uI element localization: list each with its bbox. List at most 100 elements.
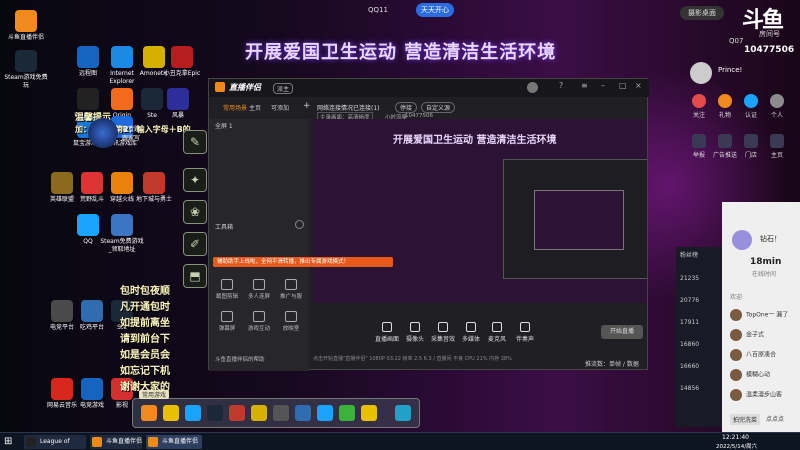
profile-action[interactable]: 个人 (764, 94, 790, 119)
pen-icon[interactable]: ✎ (183, 130, 207, 154)
rank-button[interactable]: 摄影桌面 (680, 6, 724, 20)
app-icon (77, 88, 99, 110)
help-icon[interactable]: ? (559, 81, 563, 90)
start-menu-icon[interactable]: ⊞ (4, 436, 16, 448)
status-footer: 点击开始直播"直播伴侣" 1080P 03:22 帧率 2.5 6.3 / 直播… (313, 356, 512, 362)
user-avatar[interactable] (527, 82, 538, 93)
tab-addable[interactable]: 可添加 (271, 103, 289, 112)
desktop-icon-label: Steam游戏免费玩 (4, 74, 48, 89)
profile-action[interactable]: 认证 (738, 94, 764, 119)
layout-icon[interactable]: ⬒ (183, 264, 207, 288)
app-logo-icon (215, 82, 225, 92)
action-icon (770, 134, 784, 148)
taskbar: ⊞ League of Lege... 斗鱼直播伴侣 斗鱼直播伴侣 12:21:… (0, 432, 800, 450)
tool-danmaku[interactable]: 弹幕屏 (213, 311, 241, 332)
tool-screenshot[interactable]: 截图剪辑 (213, 279, 241, 300)
profile-action-2[interactable]: 广告推送 (712, 134, 738, 159)
chat-duration: 18min (750, 257, 782, 267)
action-icon (744, 94, 758, 108)
help-link[interactable]: 斗鱼直播伴侣的帮助 (215, 355, 265, 363)
app-icon (15, 10, 37, 32)
tool-game[interactable]: 游戏互动 (245, 311, 273, 332)
speedometer-widget[interactable] (88, 118, 118, 148)
notice-bar[interactable]: 辅助助手上线啦，全网平滑转播，推出专属游戏模式！ (213, 257, 393, 267)
settings-icon[interactable] (295, 220, 304, 229)
task-douyu-2[interactable]: 斗鱼直播伴侣 (146, 435, 202, 449)
sparkle-icon[interactable]: ✦ (183, 168, 207, 192)
profile-action[interactable]: 关注 (686, 94, 712, 119)
dock-icon[interactable] (361, 405, 377, 421)
fan-title: 粉丝榜 (680, 252, 699, 259)
desktop-icon[interactable]: 小丑克拿Epic (160, 46, 204, 78)
sky-button[interactable]: 天天开心 (416, 3, 454, 17)
ctl-accompaniment[interactable]: 伴奏声 (507, 322, 543, 343)
fan-row: 14856 (680, 385, 700, 392)
minimize-icon[interactable]: – (601, 81, 605, 90)
tool-cinema[interactable]: 放映室 (277, 311, 305, 332)
chat-row-text: 温柔漫步山客 (746, 391, 783, 399)
chat-row-text: 模糊心动 (746, 371, 771, 379)
dock-icon[interactable] (295, 405, 311, 421)
desktop-icon[interactable]: Steam免费游戏_领取地址 (100, 214, 144, 254)
app-icon (111, 214, 133, 236)
task-douyu-2-label: 斗鱼直播伴侣 (162, 438, 199, 445)
task-lol[interactable]: League of Lege... (24, 435, 86, 449)
desktop-text-3: 包时包夜顺 (120, 286, 170, 297)
app-icon (111, 172, 133, 194)
chat-button-1[interactable]: 拍完洗菜 (730, 414, 761, 425)
close-icon[interactable]: × (635, 81, 642, 90)
qq-label[interactable]: QQ11 (360, 3, 396, 17)
dock-icon[interactable] (207, 405, 223, 421)
tool-promo[interactable]: 推广与服 (277, 279, 305, 300)
profile-action[interactable]: 礼物 (712, 94, 738, 119)
maximize-icon[interactable]: □ (619, 81, 627, 90)
dock-icon[interactable] (395, 405, 411, 421)
desktop-icon[interactable]: 斗鱼直播伴侣 (4, 10, 48, 42)
dock-icon[interactable] (163, 405, 179, 421)
custom-source-button[interactable]: 自定义源 (421, 102, 456, 113)
chat-panel: 钻石！ 18min 在线时间 欢迎 TopOne一 漏了 金子式 八百原凑合 模… (722, 202, 800, 432)
chat-row: 模糊心动 (730, 369, 770, 381)
dock-icon[interactable] (339, 405, 355, 421)
action-icon (692, 94, 706, 108)
action-label: 礼物 (718, 112, 731, 119)
app-icon (77, 214, 99, 236)
tab-home[interactable]: 主页 (249, 103, 261, 112)
dock-icon[interactable] (317, 405, 333, 421)
chat-button-2[interactable]: 点点点 (766, 414, 784, 423)
user-avatar-large[interactable] (690, 62, 712, 84)
action-label: 主页 (770, 152, 783, 159)
desktop-icon-label: 地下城与勇士 (135, 196, 172, 203)
chat-row-avatar (730, 349, 742, 361)
add-scene-button[interactable]: + (303, 101, 311, 111)
menu-icon[interactable]: ≡ (581, 81, 588, 90)
badge[interactable]: 派主 (273, 83, 294, 94)
profile-action-2[interactable]: 门店 (738, 134, 764, 159)
dock-icon[interactable] (185, 405, 201, 421)
chat-row: 温柔漫步山客 (730, 389, 782, 401)
desktop-icon-label: 风暴 (171, 112, 184, 119)
dock-icon[interactable] (273, 405, 289, 421)
flower-icon[interactable]: ❀ (183, 200, 207, 224)
action-icon (770, 94, 784, 108)
desktop-icon[interactable]: Steam游戏免费玩 (4, 50, 48, 90)
desktop-icon[interactable]: 风暴 (156, 88, 200, 120)
desktop-text-6: 请到前台下 (120, 334, 170, 345)
scene-item[interactable]: 全屏 1 (215, 121, 233, 130)
tool-danmaku-label: 弹幕屏 (218, 326, 236, 332)
start-live-button[interactable]: 开始直播 (601, 325, 643, 339)
edit-icon[interactable]: ✐ (183, 232, 207, 256)
dock-icon[interactable] (251, 405, 267, 421)
scene-panel: 全屏 1 工具箱 截图剪辑 多人连屏 推广与服 弹幕屏 游戏互动 放映室 斗鱼直… (209, 119, 309, 371)
action-label: 举报 (692, 152, 705, 159)
dock-icon[interactable] (141, 405, 157, 421)
profile-action-2[interactable]: 主页 (764, 134, 790, 159)
tab-scenes[interactable]: 常用场景 (223, 103, 247, 112)
q-prefix: Q07 (729, 37, 744, 45)
desktop-icon[interactable]: 地下城与勇士 (132, 172, 176, 204)
profile-action-2[interactable]: 举报 (686, 134, 712, 159)
stop-button[interactable]: 停接 (395, 102, 418, 113)
tool-multiscreen[interactable]: 多人连屏 (245, 279, 273, 300)
task-douyu-1[interactable]: 斗鱼直播伴侣 (90, 435, 142, 449)
dock-icon[interactable] (229, 405, 245, 421)
